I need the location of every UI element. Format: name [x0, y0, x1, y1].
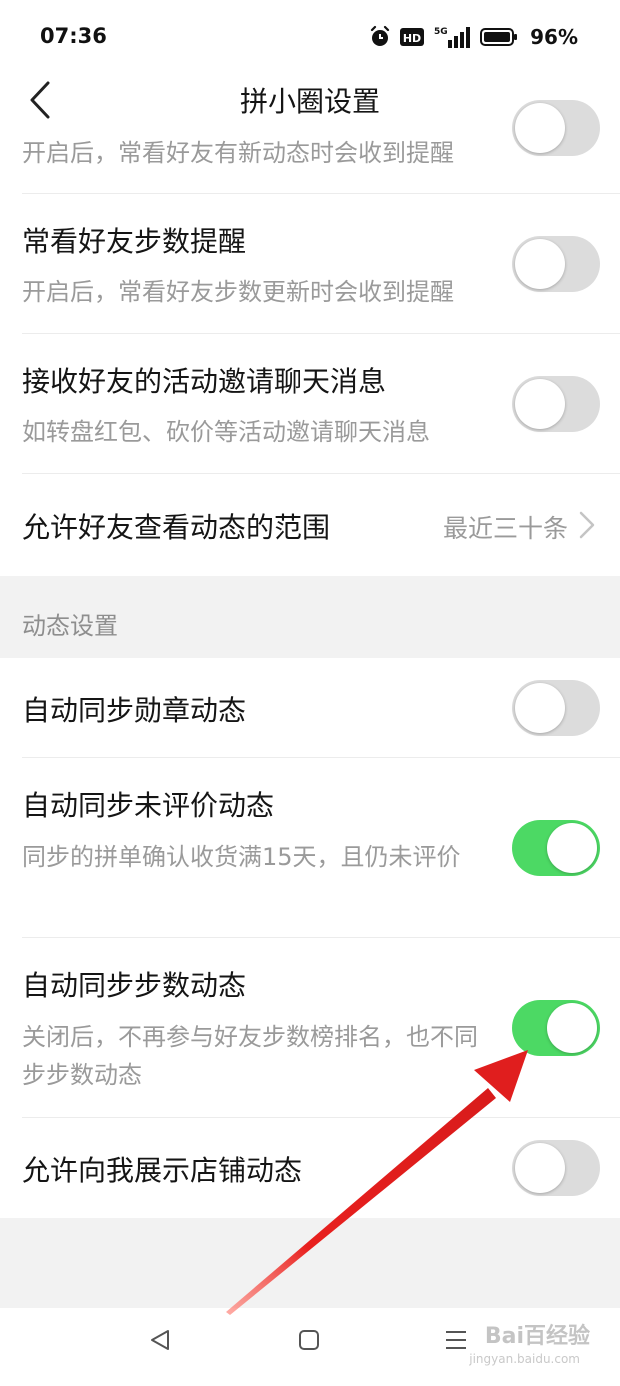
alarm-icon [371, 25, 390, 46]
toggle-knob [515, 103, 565, 153]
setting-row-friend-activity-reminder: 开启后，常看好友有新动态时会收到提醒 [0, 100, 620, 194]
hd-icon: HD [400, 28, 425, 46]
toggle-knob [515, 239, 565, 289]
row-title: 常看好友步数提醒 [22, 225, 247, 258]
watermark: Bai百经验 [484, 1324, 590, 1349]
status-bar: 07:36 HD 5G 96% [0, 0, 620, 76]
battery-percent: 96% [530, 25, 578, 49]
watermark-url: jingyan.baidu.com [469, 1352, 580, 1366]
battery-icon [480, 28, 518, 46]
row-title: 允许好友查看动态的范围 [22, 511, 331, 544]
square-home-icon[interactable] [297, 1328, 321, 1352]
toggle-sync-unreviewed[interactable] [512, 820, 600, 876]
toggle-knob [515, 683, 565, 733]
toggle-activity-invite-messages[interactable] [512, 376, 600, 432]
status-icons: HD 5G 96% [368, 22, 578, 52]
toggle-knob [515, 379, 565, 429]
dynamic-settings-group: 自动同步勋章动态 自动同步未评价动态 同步的拼单确认收货满15天，且仍未评价 自… [0, 658, 620, 1218]
row-subtitle: 如转盘红包、砍价等活动邀请聊天消息 [22, 418, 430, 446]
section-title: 动态设置 [22, 612, 118, 640]
setting-row-visible-range[interactable]: 允许好友查看动态的范围 最近三十条 [0, 474, 620, 576]
row-subtitle: 关闭后，不再参与好友步数榜排名，也不同步步数动态 [22, 1023, 478, 1089]
svg-text:HD: HD [403, 32, 421, 45]
row-title: 接收好友的活动邀请聊天消息 [22, 365, 387, 398]
toggle-sync-steps[interactable] [512, 1000, 600, 1056]
row-subtitle: 开启后，常看好友有新动态时会收到提醒 [22, 139, 454, 167]
toggle-sync-badge[interactable] [512, 680, 600, 736]
toggle-knob [547, 823, 597, 873]
setting-row-friend-steps-reminder: 常看好友步数提醒 开启后，常看好友步数更新时会收到提醒 [0, 194, 620, 334]
signal-icon: 5G [434, 27, 471, 48]
toggle-knob [547, 1003, 597, 1053]
setting-row-sync-steps: 自动同步步数动态 关闭后，不再参与好友步数榜排名，也不同步步数动态 [0, 938, 620, 1118]
toggle-friend-activity-reminder[interactable] [512, 100, 600, 156]
settings-content: 开启后，常看好友有新动态时会收到提醒 常看好友步数提醒 开启后，常看好友步数更新… [0, 100, 620, 1218]
toggle-knob [515, 1143, 565, 1193]
setting-row-activity-invite-messages: 接收好友的活动邀请聊天消息 如转盘红包、砍价等活动邀请聊天消息 [0, 334, 620, 474]
row-title: 允许向我展示店铺动态 [22, 1154, 303, 1187]
setting-row-show-store: 允许向我展示店铺动态 [0, 1118, 620, 1218]
row-subtitle: 开启后，常看好友步数更新时会收到提醒 [22, 278, 454, 306]
toggle-show-store[interactable] [512, 1140, 600, 1196]
row-subtitle: 同步的拼单确认收货满15天，且仍未评价 [22, 843, 461, 871]
row-title: 自动同步勋章动态 [22, 694, 247, 727]
row-title: 自动同步步数动态 [22, 969, 247, 1002]
status-time: 07:36 [40, 24, 107, 48]
toggle-friend-steps-reminder[interactable] [512, 236, 600, 292]
friend-settings-group: 开启后，常看好友有新动态时会收到提醒 常看好友步数提醒 开启后，常看好友步数更新… [0, 100, 620, 576]
setting-row-sync-badge: 自动同步勋章动态 [0, 658, 620, 758]
visible-range-value: 最近三十条 [442, 514, 568, 543]
chevron-right-icon [579, 511, 595, 539]
section-header-dynamic: 动态设置 [0, 576, 620, 658]
menu-lines-icon[interactable] [444, 1328, 468, 1352]
svg-text:5G: 5G [434, 27, 448, 37]
setting-row-sync-unreviewed: 自动同步未评价动态 同步的拼单确认收货满15天，且仍未评价 [0, 758, 620, 938]
row-title: 自动同步未评价动态 [22, 789, 275, 822]
triangle-back-icon[interactable] [148, 1328, 172, 1352]
